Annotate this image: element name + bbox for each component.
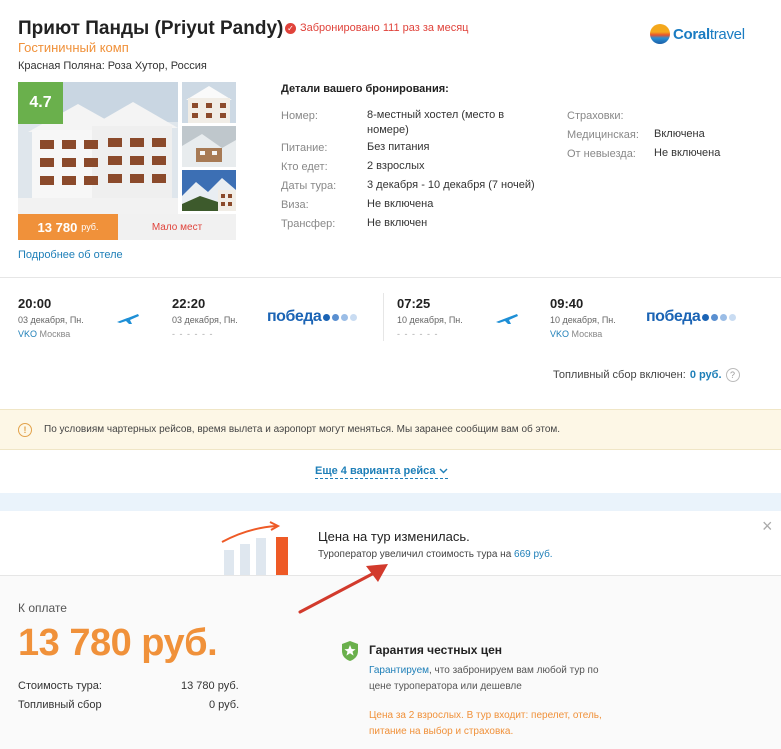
outbound-dep-code: VKO <box>18 329 38 339</box>
price-note: Цена за 2 взрослых. В тур входит: переле… <box>369 710 602 737</box>
logo-ball-icon <box>650 24 670 44</box>
guarantee-text: Гарантируем, что забронируем вам любой т… <box>369 663 599 695</box>
coraltravel-logo[interactable]: Coraltravel <box>650 24 745 44</box>
to-pay-label: К оплате <box>18 601 67 615</box>
warning-icon: ! <box>18 422 32 437</box>
airline-logo-outbound: победа <box>267 308 358 326</box>
warning-text: По условиям чартерных рейсов, время выле… <box>44 424 561 435</box>
more-flights-link[interactable]: Еще 4 варианта рейса <box>315 465 448 479</box>
detail-label-dates: Даты тура: <box>281 180 337 192</box>
rating-badge: 4.7 <box>18 82 63 124</box>
more-flights-label: Еще 4 варианта рейса <box>315 465 436 477</box>
price-changed-title: Цена на тур изменилась. <box>318 529 470 544</box>
outbound-arr-date: 03 декабря, Пн. <box>172 315 238 325</box>
hotel-name: Приют Панды (Priyut Pandy) <box>18 18 284 39</box>
few-places-label: Мало мест <box>118 214 236 240</box>
plane-icon <box>116 311 140 325</box>
guarantee-link[interactable]: Гарантируем <box>369 665 429 676</box>
detail-value-room: 8-местный хостел (место в номере) <box>367 109 505 136</box>
outbound-arr-airport: - - - - - - <box>172 329 214 339</box>
dot-icon <box>729 313 737 321</box>
detail-value-transfer: Не включен <box>367 217 428 229</box>
return-arr-date: 10 декабря, Пн. <box>550 315 616 325</box>
help-icon[interactable]: ? <box>725 368 740 382</box>
price-changed-text: Туроператор увеличил стоимость тура на 6… <box>318 549 553 560</box>
fuel-label: Топливный сбор включен: <box>553 369 686 381</box>
dot-icon <box>332 313 340 321</box>
dot-icon <box>702 313 710 321</box>
check-icon: ✓ <box>285 22 296 34</box>
outbound-dep-airport: VKO Москва <box>18 329 70 339</box>
hotel-price-value: 13 780 <box>37 219 78 235</box>
return-arr-code: VKO <box>550 329 570 339</box>
hotel-type: Гостиничный комп <box>18 40 129 55</box>
fuel-value: 0 руб. <box>689 369 722 381</box>
detail-value-medical: Включена <box>654 128 705 140</box>
detail-label-visa: Виза: <box>281 199 309 211</box>
outbound-dep-date: 03 декабря, Пн. <box>18 315 84 325</box>
detail-label-meal: Питание: <box>281 142 328 154</box>
logo-text-bold: Coral <box>673 25 710 43</box>
detail-label-cancel: От невыезда: <box>567 148 636 160</box>
arrow-annotation-icon <box>296 560 392 621</box>
outbound-arr-time: 22:20 <box>172 296 206 311</box>
logo-text-light: travel <box>709 25 745 43</box>
dot-icon <box>323 313 331 321</box>
airline-logo-return: победа <box>646 308 737 326</box>
detail-value-visa: Не включена <box>367 198 434 210</box>
detail-value-cancel: Не включена <box>654 147 721 159</box>
chevron-down-icon <box>439 465 448 477</box>
hotel-location: Красная Поляна: Роза Хутор, Россия <box>18 60 207 72</box>
detail-label-medical: Медицинская: <box>567 129 639 141</box>
close-icon[interactable]: × <box>762 517 773 535</box>
divider <box>0 277 781 278</box>
detail-label-room: Номер: <box>281 110 318 122</box>
return-dep-airport: - - - - - - <box>397 329 439 339</box>
guarantee-title: Гарантия честных цен <box>369 643 502 657</box>
section-band <box>0 493 781 511</box>
detail-value-meal: Без питания <box>367 141 430 153</box>
detail-value-travelers: 2 взрослых <box>367 160 425 172</box>
detail-label-transfer: Трансфер: <box>281 218 336 230</box>
hotel-price-tag: 13 780 руб. <box>18 214 118 240</box>
shield-check-icon <box>340 640 360 667</box>
fuel-surcharge: Топливный сбор включен: 0 руб. ? <box>553 368 740 382</box>
airline-name: победа <box>267 308 322 325</box>
return-dep-date: 10 декабря, Пн. <box>397 315 463 325</box>
detail-label-travelers: Кто едет: <box>281 161 328 173</box>
tour-cost-label: Стоимость тура: <box>18 680 102 692</box>
hotel-thumb-3[interactable] <box>182 170 236 211</box>
return-dep-time: 07:25 <box>397 296 431 311</box>
booked-text: Забронировано 111 раз за месяц <box>300 22 469 34</box>
hotel-thumb-1[interactable] <box>182 82 236 123</box>
hotel-details-link[interactable]: Подробнее об отеле <box>18 249 123 261</box>
total-price: 13 780 руб. <box>18 622 218 664</box>
hotel-price-currency: руб. <box>81 222 99 232</box>
plane-icon <box>495 311 519 325</box>
detail-label-insurance: Страховки: <box>567 110 624 122</box>
detail-value-dates: 3 декабря - 10 декабря (7 ночей) <box>367 179 535 191</box>
charter-warning: ! По условиям чартерных рейсов, время вы… <box>0 409 781 450</box>
fuel-cost-label: Топливный сбор <box>18 699 102 711</box>
tour-cost-value: 13 780 руб. <box>181 680 239 692</box>
outbound-dep-time: 20:00 <box>18 296 52 311</box>
flight-divider <box>383 293 384 341</box>
hotel-thumb-2[interactable] <box>182 126 236 167</box>
return-arr-city: Москва <box>571 329 603 339</box>
price-changed-prefix: Туроператор увеличил стоимость тура на <box>318 549 512 560</box>
return-arr-time: 09:40 <box>550 296 584 311</box>
dot-icon <box>711 313 719 321</box>
dot-icon <box>350 313 358 321</box>
airline-name: победа <box>646 308 701 325</box>
outbound-dep-city: Москва <box>39 329 71 339</box>
dot-icon <box>341 313 349 321</box>
price-changed-amount: 669 руб. <box>514 549 553 560</box>
price-increase-chart-icon <box>220 520 292 581</box>
return-arr-airport: VKO Москва <box>550 329 602 339</box>
booked-badge: ✓ Забронировано 111 раз за месяц <box>285 22 468 34</box>
dot-icon <box>720 313 728 321</box>
fuel-cost-value: 0 руб. <box>209 699 240 711</box>
booking-details-title: Детали вашего бронирования: <box>281 83 449 95</box>
